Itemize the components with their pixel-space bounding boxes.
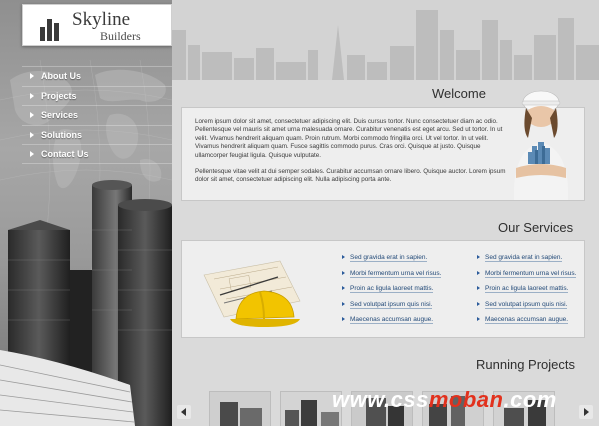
bullet-arrow-icon: [342, 286, 345, 291]
arrow-right-icon: [584, 408, 589, 416]
service-link[interactable]: Sed volutpat ipsum quis nisi.: [475, 300, 576, 317]
bullet-arrow-icon: [342, 270, 345, 275]
welcome-text: Lorem ipsum dolor sit amet, consectetuer…: [195, 118, 513, 193]
nav-item-contact-us[interactable]: Contact Us: [22, 144, 172, 164]
building-logo-icon: [40, 15, 62, 41]
service-link[interactable]: Sed gravida erat in sapien.: [340, 254, 441, 270]
logo[interactable]: Skyline Builders: [22, 4, 172, 46]
service-link[interactable]: Morbi fermentum urna vel risus.: [475, 269, 577, 286]
watermark-text: www.cssmoban.com: [332, 387, 557, 412]
main-content: Welcome Lorem ipsum dolor sit amet, cons…: [172, 0, 599, 426]
city-skyscrapers-image: [0, 180, 172, 426]
brand-title: Skyline: [72, 9, 131, 30]
welcome-paragraph: Lorem ipsum dolor sit amet, consectetuer…: [195, 118, 503, 159]
bullet-arrow-icon: [342, 301, 345, 306]
nav-item-label: Projects: [41, 90, 77, 101]
service-link[interactable]: Sed gravida erat in sapien.: [475, 254, 576, 270]
nav-item-solutions[interactable]: Solutions: [22, 124, 172, 145]
nav-item-label: Services: [41, 110, 79, 120]
service-link[interactable]: Proin ac ligula laoreet mattis.: [475, 285, 576, 301]
services-title: Our Services: [498, 220, 574, 235]
welcome-title: Welcome: [432, 86, 486, 101]
bullet-arrow-icon: [342, 317, 345, 322]
arrow-right-icon: [30, 112, 34, 118]
service-link[interactable]: Proin ac ligula laoreet mattis.: [340, 285, 441, 301]
sidebar: Skyline Builders About Us Projects Servi…: [0, 0, 172, 426]
arrow-right-icon: [30, 73, 34, 79]
bullet-arrow-icon: [477, 286, 480, 291]
engineer-photo: [513, 90, 569, 200]
arrow-right-icon: [30, 92, 34, 99]
nav-item-label: Contact Us: [41, 149, 89, 159]
arrow-right-icon: [30, 131, 34, 138]
bullet-arrow-icon: [477, 255, 480, 259]
arrow-right-icon: [30, 151, 34, 157]
bullet-arrow-icon: [342, 255, 345, 259]
skyline-silhouette-image: [172, 0, 599, 80]
gallery-next-button[interactable]: [579, 405, 593, 419]
nav-item-projects[interactable]: Projects: [22, 85, 172, 106]
service-link[interactable]: Morbi fermentum urna vel risus.: [340, 269, 442, 286]
bullet-arrow-icon: [477, 317, 480, 322]
project-photo: [210, 392, 270, 426]
service-link[interactable]: Sed volutpat ipsum quis nisi.: [340, 300, 441, 317]
watermark: www.cssmoban.com: [332, 387, 572, 415]
main-nav: About Us Projects Services Solutions Con…: [22, 66, 172, 164]
brand-subtitle: Builders: [100, 29, 141, 43]
service-link[interactable]: Maecenas accumsan augue.: [340, 316, 441, 332]
service-link[interactable]: Maecenas accumsan augue.: [475, 316, 576, 332]
gallery-prev-button[interactable]: [177, 405, 191, 419]
bullet-arrow-icon: [477, 301, 480, 306]
nav-item-label: About Us: [41, 71, 81, 81]
bullet-arrow-icon: [477, 270, 480, 275]
nav-item-services[interactable]: Services: [22, 105, 172, 125]
nav-item-about-us[interactable]: About Us: [22, 66, 172, 86]
nav-item-label: Solutions: [41, 129, 82, 140]
services-list-1: Sed gravida erat in sapien. Morbi fermen…: [340, 254, 442, 332]
services-panel: Sed gravida erat in sapien. Morbi fermen…: [181, 240, 585, 338]
arrow-left-icon: [181, 408, 186, 416]
welcome-panel: Lorem ipsum dolor sit amet, consectetuer…: [181, 90, 585, 201]
services-list-2: Sed gravida erat in sapien. Morbi fermen…: [475, 254, 577, 332]
blueprint-hardhat-image: [203, 260, 301, 327]
projects-title: Running Projects: [476, 357, 575, 372]
project-thumbnail[interactable]: [209, 391, 271, 426]
welcome-paragraph: Pellentesque vitae velit at dui semper s…: [195, 168, 506, 184]
